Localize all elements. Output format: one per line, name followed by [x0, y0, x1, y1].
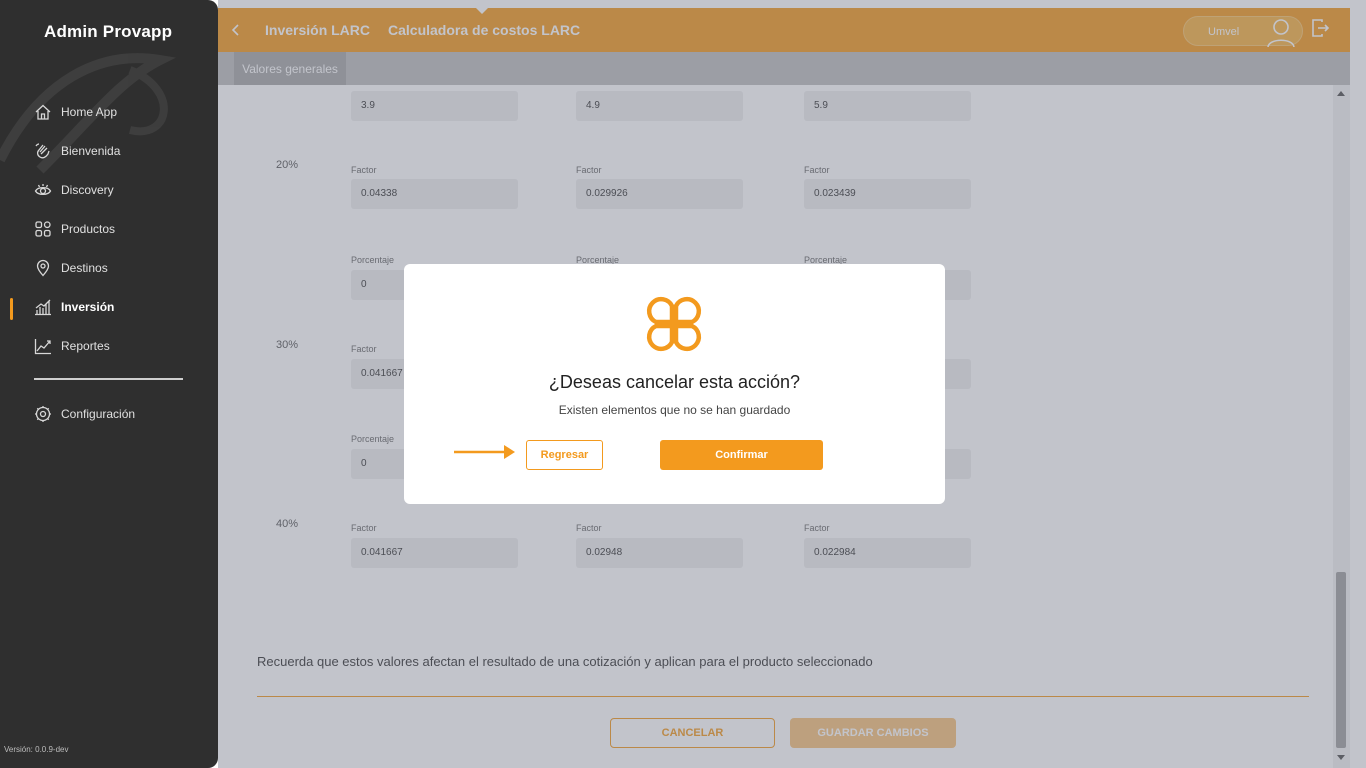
confirm-button[interactable]: Confirmar: [660, 440, 823, 470]
bar-chart-icon: [35, 299, 51, 316]
back-button[interactable]: Regresar: [526, 440, 603, 470]
sidebar-item-reportes[interactable]: Reportes: [34, 334, 110, 358]
brand-title: Admin Provapp: [44, 22, 173, 41]
location-pin-icon: [36, 259, 50, 277]
sidebar-item-label: Bienvenida: [61, 144, 121, 158]
home-icon: [35, 104, 51, 120]
grid-icon: [35, 221, 51, 237]
eye-icon: [34, 184, 52, 196]
active-indicator: [10, 298, 13, 320]
dialog-title: ¿Deseas cancelar esta acción?: [548, 372, 801, 392]
clover-logo-icon: [646, 296, 702, 352]
sidebar-item-destinos[interactable]: Destinos: [34, 256, 108, 280]
sidebar-item-label: Inversión: [61, 300, 115, 314]
gear-icon: [35, 406, 51, 422]
sidebar-item-discovery[interactable]: Discovery: [34, 178, 114, 202]
sidebar-item-label: Destinos: [61, 261, 108, 275]
sidebar-item-bienvenida[interactable]: Bienvenida: [34, 139, 120, 163]
wave-hand-icon: [35, 143, 50, 159]
version-label: Versión: 0.0.9-dev: [4, 745, 69, 754]
sidebar-item-label: Home App: [61, 105, 118, 119]
sidebar-item-configuracion[interactable]: Configuración: [34, 402, 135, 426]
sidebar-item-label: Reportes: [61, 339, 110, 353]
sidebar-divider: [34, 378, 183, 380]
sidebar-item-label: Configuración: [61, 407, 136, 421]
confirm-dialog: ¿Deseas cancelar esta acción? Existen el…: [404, 264, 945, 504]
sidebar-item-label: Discovery: [61, 183, 114, 197]
app-window: Admin Provapp Home App Bienvenida Discov…: [0, 0, 1366, 768]
sidebar: Admin Provapp Home App Bienvenida Discov…: [0, 0, 218, 768]
sidebar-item-label: Productos: [61, 222, 116, 236]
arrow-right-icon: [454, 445, 515, 459]
trend-chart-icon: [34, 339, 51, 355]
dialog-subtitle: Existen elementos que no se han guardado: [558, 403, 791, 417]
sidebar-item-productos[interactable]: Productos: [34, 217, 115, 241]
sidebar-item-inversion[interactable]: Inversión: [34, 295, 114, 319]
sidebar-item-home-app[interactable]: Home App: [34, 100, 117, 124]
